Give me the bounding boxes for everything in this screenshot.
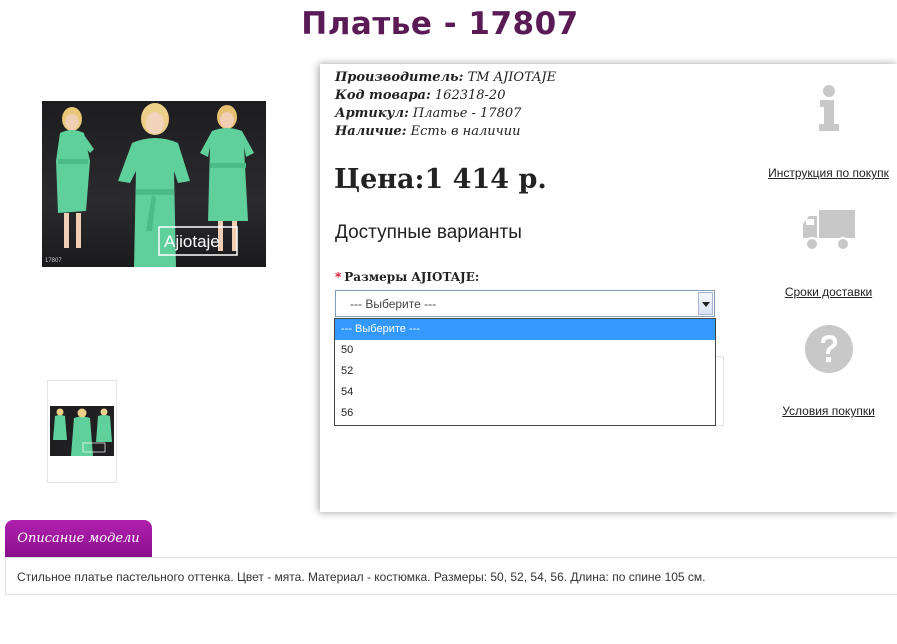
- product-photo-illustration: [56, 103, 254, 267]
- product-thumbnail[interactable]: [47, 380, 117, 483]
- info-block: [760, 84, 897, 136]
- size-select[interactable]: --- Выберите ---: [335, 290, 715, 317]
- photo-code: 17807: [45, 258, 62, 264]
- product-main-image[interactable]: Ajiotaje 17807: [42, 101, 266, 267]
- tab-description-label: Описание модели: [17, 531, 140, 546]
- spec-article-label: Артикул:: [335, 106, 409, 121]
- delivery-block: [760, 208, 897, 258]
- size-option[interactable]: 50: [335, 340, 715, 361]
- description-text: Стильное платье пастельного оттенка. Цве…: [17, 570, 706, 584]
- truck-icon: [802, 210, 855, 251]
- size-label-text: Размеры AJIOTAJE:: [344, 270, 480, 284]
- spec-manufacturer-value: ТМ AJIOTAJE: [467, 70, 557, 85]
- brand-logo-text: Ajiotaje: [164, 232, 220, 251]
- size-option[interactable]: 56: [335, 403, 715, 424]
- size-option[interactable]: 54: [335, 382, 715, 403]
- instruction-link[interactable]: Инструкция по покупк: [760, 166, 897, 180]
- size-option[interactable]: 52: [335, 361, 715, 382]
- spec-availability: Наличие: Есть в наличии: [335, 124, 520, 139]
- spec-article-value: Платье - 17807: [412, 106, 522, 121]
- spec-availability-value: Есть в наличии: [410, 124, 521, 139]
- spec-manufacturer-label: Производитель:: [335, 70, 464, 85]
- spec-code-label: Код товара:: [335, 88, 431, 103]
- model-right: [200, 105, 254, 251]
- model-left: [56, 107, 94, 248]
- spec-code: Код товара: 162318-20: [335, 88, 505, 103]
- description-panel: Стильное платье пастельного оттенка. Цве…: [5, 557, 897, 595]
- product-price: Цена:1 414 р.: [334, 164, 547, 195]
- required-mark: *: [335, 270, 342, 284]
- hidden-field-edge: [715, 356, 724, 426]
- size-select-value: --- Выберите ---: [350, 297, 437, 311]
- delivery-link[interactable]: Сроки доставки: [760, 285, 897, 299]
- product-info-panel: Производитель: ТМ AJIOTAJE Код товара: 1…: [320, 64, 897, 512]
- page-title: Платье - 17807: [301, 6, 579, 42]
- info-icon: [818, 85, 839, 131]
- question-icon: [804, 325, 853, 373]
- thumbnail-image: [50, 406, 114, 456]
- thumbnail-illustration: [53, 408, 112, 456]
- spec-code-value: 162318-20: [434, 88, 506, 103]
- size-label: * Размеры AJIOTAJE:: [335, 270, 479, 284]
- tab-description[interactable]: Описание модели: [5, 520, 152, 557]
- spec-manufacturer: Производитель: ТМ AJIOTAJE: [335, 70, 556, 85]
- conditions-link[interactable]: Условия покупки: [760, 404, 897, 418]
- size-option[interactable]: --- Выберите ---: [335, 319, 715, 340]
- spec-article: Артикул: Платье - 17807: [335, 106, 521, 121]
- dropdown-arrow-icon[interactable]: [698, 292, 713, 315]
- variants-title: Доступные варианты: [335, 222, 522, 243]
- size-dropdown-list[interactable]: --- Выберите --- 50 52 54 56: [334, 318, 716, 426]
- conditions-block: [760, 324, 897, 378]
- spec-availability-label: Наличие:: [335, 124, 407, 139]
